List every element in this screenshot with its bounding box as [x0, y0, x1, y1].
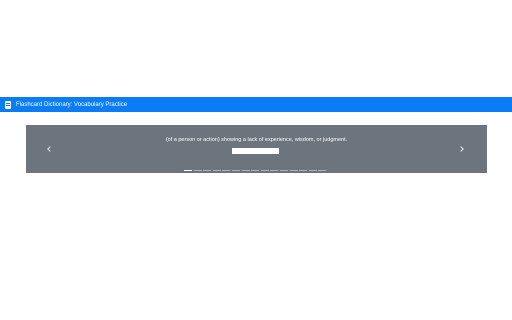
previous-card-button[interactable] — [44, 144, 54, 154]
chevron-left-icon — [47, 146, 53, 152]
carousel-indicator[interactable] — [193, 170, 202, 171]
carousel-indicator[interactable] — [318, 170, 327, 171]
carousel-indicators — [184, 170, 328, 171]
carousel-indicator[interactable] — [222, 170, 231, 171]
page: Flashcard Dictionary: Vocabulary Practic… — [0, 0, 512, 320]
carousel-indicator[interactable] — [203, 170, 212, 171]
carousel-indicator[interactable] — [279, 170, 288, 171]
answer-input[interactable] — [232, 148, 279, 154]
carousel-indicator[interactable] — [231, 170, 240, 171]
flashcard-carousel: (of a person or action) showing a lack o… — [26, 125, 487, 173]
carousel-indicator[interactable] — [260, 170, 269, 171]
document-icon — [5, 100, 11, 109]
chevron-right-icon — [458, 146, 464, 152]
carousel-indicator[interactable] — [308, 170, 317, 171]
carousel-indicator[interactable] — [270, 170, 279, 171]
carousel-indicator[interactable] — [299, 170, 308, 171]
next-card-button[interactable] — [457, 144, 467, 154]
app-title-bar: Flashcard Dictionary: Vocabulary Practic… — [0, 97, 512, 112]
app-title: Flashcard Dictionary: Vocabulary Practic… — [16, 101, 128, 108]
carousel-indicator[interactable] — [251, 170, 260, 171]
carousel-indicator[interactable] — [212, 170, 221, 171]
carousel-indicator[interactable] — [241, 170, 250, 171]
carousel-indicator[interactable] — [289, 170, 298, 171]
carousel-indicator[interactable] — [184, 170, 192, 171]
card-definition: (of a person or action) showing a lack o… — [165, 137, 348, 143]
